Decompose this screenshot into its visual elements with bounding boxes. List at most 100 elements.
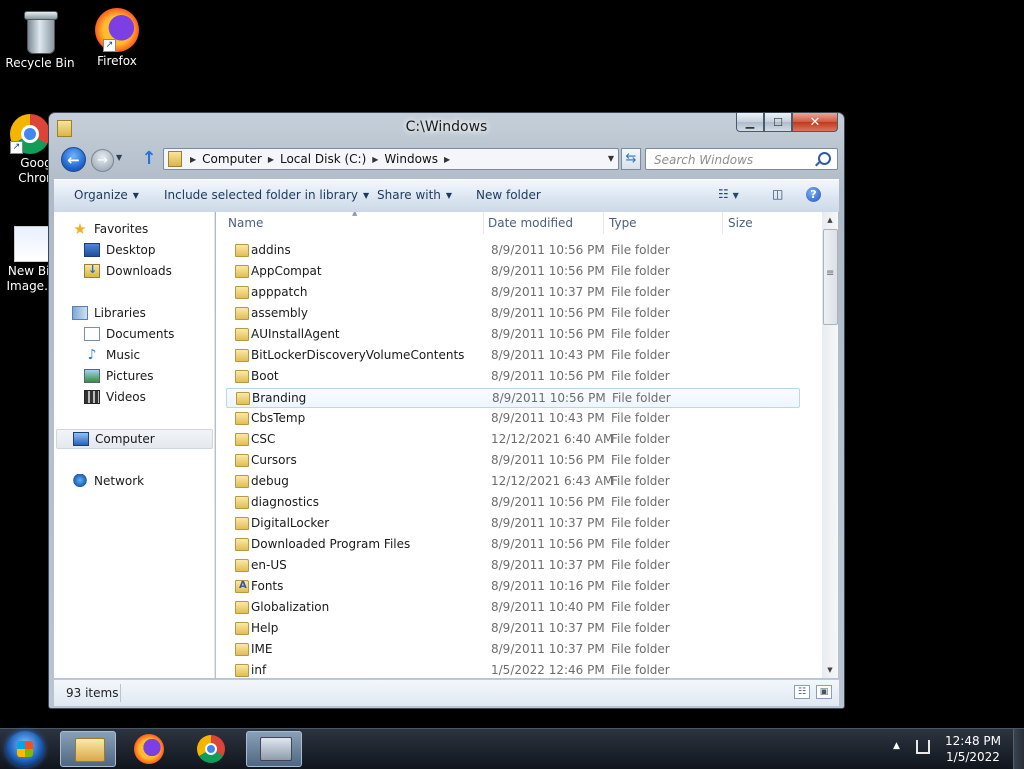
file-row[interactable]: debug 12/12/2021 6:43 AM File folder [226,472,800,492]
file-date-modified: 8/9/2011 10:56 PM [491,453,605,467]
taskbar-explorer-button[interactable] [60,731,116,767]
breadcrumb-chevron-icon[interactable]: ▶ [268,155,274,164]
file-date-modified: 12/12/2021 6:40 AM [491,432,614,446]
file-date-modified: 1/5/2022 12:46 PM [491,663,605,677]
file-date-modified: 8/9/2011 10:56 PM [491,537,605,551]
file-row[interactable]: Fonts 8/9/2011 10:16 PM File folder [226,577,800,597]
window-title: C:\Windows [405,119,488,135]
clock[interactable]: 12:48 PM 1/5/2022 [940,733,1006,765]
file-name: Help [251,621,279,635]
column-divider[interactable] [722,212,723,234]
include-in-library-button[interactable]: Include selected folder in library ▼ [164,188,369,202]
taskbar-firefox-button[interactable] [122,731,178,767]
file-row[interactable]: CbsTemp 8/9/2011 10:43 PM File folder [226,409,800,429]
file-row[interactable]: Cursors 8/9/2011 10:56 PM File folder [226,451,800,471]
file-row[interactable]: AUInstallAgent 8/9/2011 10:56 PM File fold… [226,325,800,345]
help-button[interactable]: ? [806,187,821,202]
file-type: File folder [611,306,670,320]
file-row[interactable]: DigitalLocker 8/9/2011 10:37 PM File folde… [226,514,800,534]
vertical-scrollbar[interactable]: ▲ ▼ [822,212,838,678]
breadcrumb-chevron-icon[interactable]: ▶ [372,155,378,164]
scroll-down-arrow-icon[interactable]: ▼ [822,662,838,678]
file-name: en-US [251,558,287,572]
organize-button[interactable]: Organize ▼ [74,188,139,202]
column-divider[interactable] [483,212,484,234]
network-status-icon[interactable] [916,740,930,754]
search-input[interactable] [652,150,826,170]
file-row[interactable]: IME 8/9/2011 10:37 PM File folder [226,640,800,660]
maximize-icon: ☐ [773,115,783,129]
desktop-icon-recycle-bin[interactable]: Recycle Bin [0,8,80,71]
file-row[interactable]: Branding 8/9/2011 10:56 PM File folder [226,388,800,408]
breadcrumb-windows[interactable]: Windows ▶ [384,152,456,166]
file-type: File folder [611,327,670,341]
file-type: File folder [611,411,670,425]
file-type: File folder [611,516,670,530]
file-name: assembly [251,306,308,320]
nav-network[interactable]: Network [72,471,229,491]
refresh-button[interactable]: ⇆ [621,148,641,170]
change-view-button[interactable]: ☷ ▼ [718,187,739,201]
file-row[interactable]: Downloaded Program Files 8/9/2011 10:56 P… [226,535,800,555]
start-button[interactable] [6,731,44,767]
breadcrumb-local-disk[interactable]: Local Disk (C:) ▶ [280,152,384,166]
shortcut-arrow-icon: ↗ [103,39,116,52]
music-icon: ♪ [87,347,97,363]
nav-computer[interactable]: Computer [56,429,213,449]
taskbar-monitor-button[interactable] [246,731,302,767]
large-icons-view-button[interactable]: ▣ [816,685,832,699]
file-row[interactable]: assembly 8/9/2011 10:56 PM File folder [226,304,800,324]
new-folder-button[interactable]: New folder [476,188,541,202]
search-box[interactable] [645,148,838,170]
address-dropdown-icon[interactable]: ▼ [608,154,614,163]
file-name: diagnostics [251,495,320,509]
breadcrumb-computer[interactable]: Computer ▶ [202,152,280,166]
nav-libraries[interactable]: Libraries [72,303,229,323]
file-row[interactable]: en-US 8/9/2011 10:37 PM File folder [226,556,800,576]
column-header-name[interactable]: Name [228,216,263,230]
desktop-icon-firefox[interactable]: ↗ Firefox [77,8,157,69]
column-header-date[interactable]: Date modified [488,216,573,230]
search-icon[interactable] [818,152,831,165]
file-name: CSC [251,432,276,446]
file-row[interactable]: Boot 8/9/2011 10:56 PM File folder [226,367,800,387]
details-view-button[interactable]: ☷ [794,685,810,699]
file-row[interactable]: Help 8/9/2011 10:37 PM File folder [226,619,800,639]
column-header-size[interactable]: Size [728,216,753,230]
share-with-button[interactable]: Share with ▼ [377,188,452,202]
file-row[interactable]: apppatch 8/9/2011 10:37 PM File folder [226,283,800,303]
breadcrumb-chevron-icon[interactable]: ▶ [444,155,450,164]
file-row[interactable]: BitLockerDiscoveryVolumeContents 8/9/2011… [226,346,800,366]
file-row[interactable]: inf 1/5/2022 12:46 PM File folder [226,661,800,678]
close-button[interactable]: ✕ [792,113,838,132]
breadcrumb-chevron-icon[interactable]: ▶ [190,155,196,164]
scrollbar-thumb[interactable] [823,229,838,325]
file-row[interactable]: AppCompat 8/9/2011 10:56 PM File folder [226,262,800,282]
libraries-icon [72,306,88,320]
back-button[interactable]: ← [61,147,86,172]
maximize-button[interactable]: ☐ [764,113,792,132]
file-row[interactable]: diagnostics 8/9/2011 10:56 PM File folder [226,493,800,513]
file-name: apppatch [251,285,308,299]
address-bar[interactable]: ▶ Computer ▶ Local Disk (C:) ▶ Windows ▶ ▼ [163,148,619,170]
scroll-up-arrow-icon[interactable]: ▲ [822,212,838,228]
file-row[interactable]: addins 8/9/2011 10:56 PM File folder [226,241,800,261]
forward-button[interactable]: → [91,149,114,172]
file-date-modified: 8/9/2011 10:37 PM [491,285,605,299]
taskbar-chrome-button[interactable] [184,731,240,767]
column-header-type[interactable]: Type [609,216,637,230]
file-name: Boot [251,369,279,383]
column-divider[interactable] [603,212,604,234]
minimize-button[interactable]: ▁ [736,113,764,132]
preview-pane-button[interactable]: ◫ [772,187,783,201]
nav-favorites[interactable]: ★ Favorites [72,219,229,239]
title-bar[interactable]: C:\Windows ▁ ☐ ✕ [49,113,844,143]
show-hidden-icons-icon[interactable]: ▲ [893,741,900,751]
file-row[interactable]: CSC 12/12/2021 6:40 AM File folder [226,430,800,450]
show-desktop-button[interactable] [1013,729,1024,769]
desktop-icon-bitmap[interactable]: New Bit Image.b [0,226,56,294]
up-button[interactable]: ↑ [139,148,159,170]
file-date-modified: 8/9/2011 10:40 PM [491,600,605,614]
recent-pages-dropdown[interactable]: ▼ [116,153,122,162]
file-row[interactable]: Globalization 8/9/2011 10:40 PM File folde… [226,598,800,618]
